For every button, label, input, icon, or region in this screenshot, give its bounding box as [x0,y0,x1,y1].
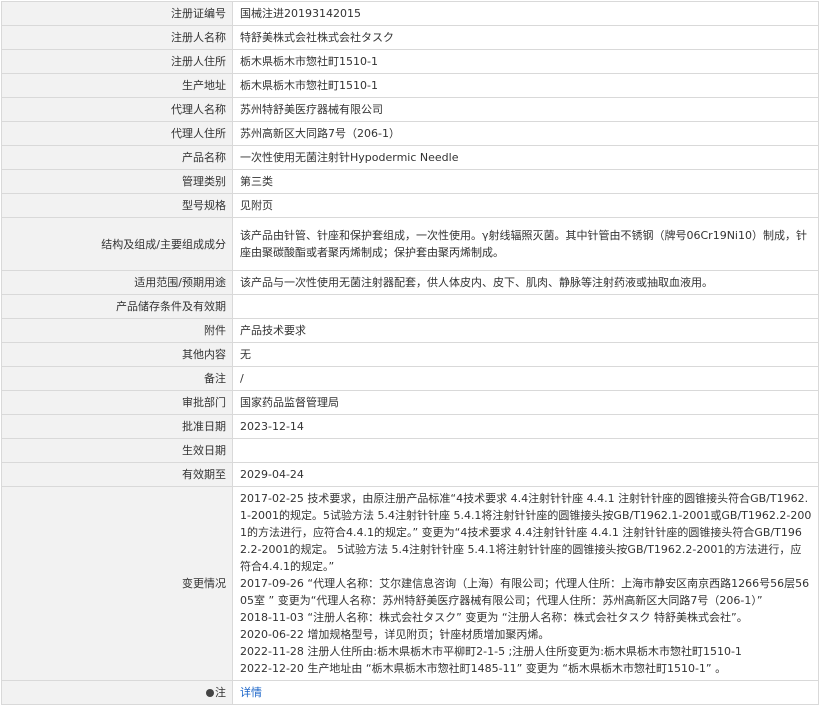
change-entry: 2018-11-03 “注册人名称：株式会社タスク” 变更为 “注册人名称：株式… [240,611,748,624]
change-entry: 2020-06-22 增加规格型号，详见附页；针座材质增加聚丙烯。 [240,628,550,641]
field-label: 注 [1,680,233,705]
field-value: 国械注进20193142015 [232,1,819,26]
row-attachment: 附件 产品技术要求 [1,318,819,343]
field-value: 见附页 [232,193,819,218]
field-value: 2023-12-14 [232,414,819,439]
field-value: 详情 [232,680,819,705]
row-registration-number: 注册证编号 国械注进20193142015 [1,1,819,26]
row-intended-use: 适用范围/预期用途 该产品与一次性使用无菌注射器配套，供人体皮内、皮下、肌肉、静… [1,270,819,295]
field-label: 型号规格 [1,193,233,218]
field-value: 苏州高新区大同路7号（206-1） [232,121,819,146]
field-label: 适用范围/预期用途 [1,270,233,295]
registration-table: 注册证编号 国械注进20193142015 注册人名称 特舒美株式会社株式会社タ… [1,1,819,705]
field-label: 代理人名称 [1,97,233,122]
change-history: 2017-02-25 技术要求，由原注册产品标准“4技术要求 4.4注射针针座 … [232,486,819,681]
row-change-history: 变更情况 2017-02-25 技术要求，由原注册产品标准“4技术要求 4.4注… [1,486,819,681]
field-label: 审批部门 [1,390,233,415]
row-agent-address: 代理人住所 苏州高新区大同路7号（206-1） [1,121,819,146]
row-product-name: 产品名称 一次性使用无菌注射针Hypodermic Needle [1,145,819,170]
field-value: / [232,366,819,391]
row-registrant-name: 注册人名称 特舒美株式会社株式会社タスク [1,25,819,50]
field-label: 备注 [1,366,233,391]
row-other-content: 其他内容 无 [1,342,819,367]
row-valid-until: 有效期至 2029-04-24 [1,462,819,487]
field-label: 有效期至 [1,462,233,487]
change-entry: 2017-02-25 技术要求，由原注册产品标准“4技术要求 4.4注射针针座 … [240,492,812,573]
change-entry: 2022-12-20 生产地址由 “栃木県栃木市惣社町1485-11” 变更为 … [240,662,727,675]
field-label: 结构及组成/主要组成成分 [1,217,233,271]
change-entry: 2022-11-28 注册人住所由:栃木県栃木市平柳町2-1-5 ;注册人住所变… [240,645,742,658]
row-management-category: 管理类别 第三类 [1,169,819,194]
field-label: 产品储存条件及有效期 [1,294,233,319]
field-label: 生效日期 [1,438,233,463]
field-label: 产品名称 [1,145,233,170]
field-label: 批准日期 [1,414,233,439]
row-model-spec: 型号规格 见附页 [1,193,819,218]
field-value: 一次性使用无菌注射针Hypodermic Needle [232,145,819,170]
field-value: 产品技术要求 [232,318,819,343]
field-label: 注册人住所 [1,49,233,74]
row-registrant-address: 注册人住所 栃木県栃木市惣社町1510-1 [1,49,819,74]
field-value: 2029-04-24 [232,462,819,487]
field-label: 注册证编号 [1,1,233,26]
field-value: 第三类 [232,169,819,194]
field-label: 注册人名称 [1,25,233,50]
field-value [232,438,819,463]
details-link[interactable]: 详情 [240,686,262,699]
field-label: 变更情况 [1,486,233,681]
field-value: 栃木県栃木市惣社町1510-1 [232,73,819,98]
field-label: 管理类别 [1,169,233,194]
field-value [232,294,819,319]
field-value: 栃木県栃木市惣社町1510-1 [232,49,819,74]
row-approval-department: 审批部门 国家药品监督管理局 [1,390,819,415]
bullet-icon [206,689,214,697]
row-structure-composition: 结构及组成/主要组成成分 该产品由针管、针座和保护套组成，一次性使用。γ射线辐照… [1,217,819,271]
field-label: 附件 [1,318,233,343]
row-storage-validity: 产品储存条件及有效期 [1,294,819,319]
field-value: 特舒美株式会社株式会社タスク [232,25,819,50]
field-value: 苏州特舒美医疗器械有限公司 [232,97,819,122]
field-label: 生产地址 [1,73,233,98]
row-remarks: 备注 / [1,366,819,391]
row-approval-date: 批准日期 2023-12-14 [1,414,819,439]
row-effective-date: 生效日期 [1,438,819,463]
row-agent-name: 代理人名称 苏州特舒美医疗器械有限公司 [1,97,819,122]
field-value: 无 [232,342,819,367]
field-value: 该产品由针管、针座和保护套组成，一次性使用。γ射线辐照灭菌。其中针管由不锈钢（牌… [232,217,819,271]
change-entry: 2017-09-26 “代理人名称：艾尔建信息咨询（上海）有限公司；代理人住所：… [240,577,810,607]
field-label: 代理人住所 [1,121,233,146]
row-production-address: 生产地址 栃木県栃木市惣社町1510-1 [1,73,819,98]
field-label: 其他内容 [1,342,233,367]
row-note: 注 详情 [1,680,819,705]
registration-detail: 注册证编号 国械注进20193142015 注册人名称 特舒美株式会社株式会社タ… [0,0,821,705]
note-label: 注 [215,686,226,699]
field-value: 国家药品监督管理局 [232,390,819,415]
field-value: 该产品与一次性使用无菌注射器配套，供人体皮内、皮下、肌肉、静脉等注射药液或抽取血… [232,270,819,295]
